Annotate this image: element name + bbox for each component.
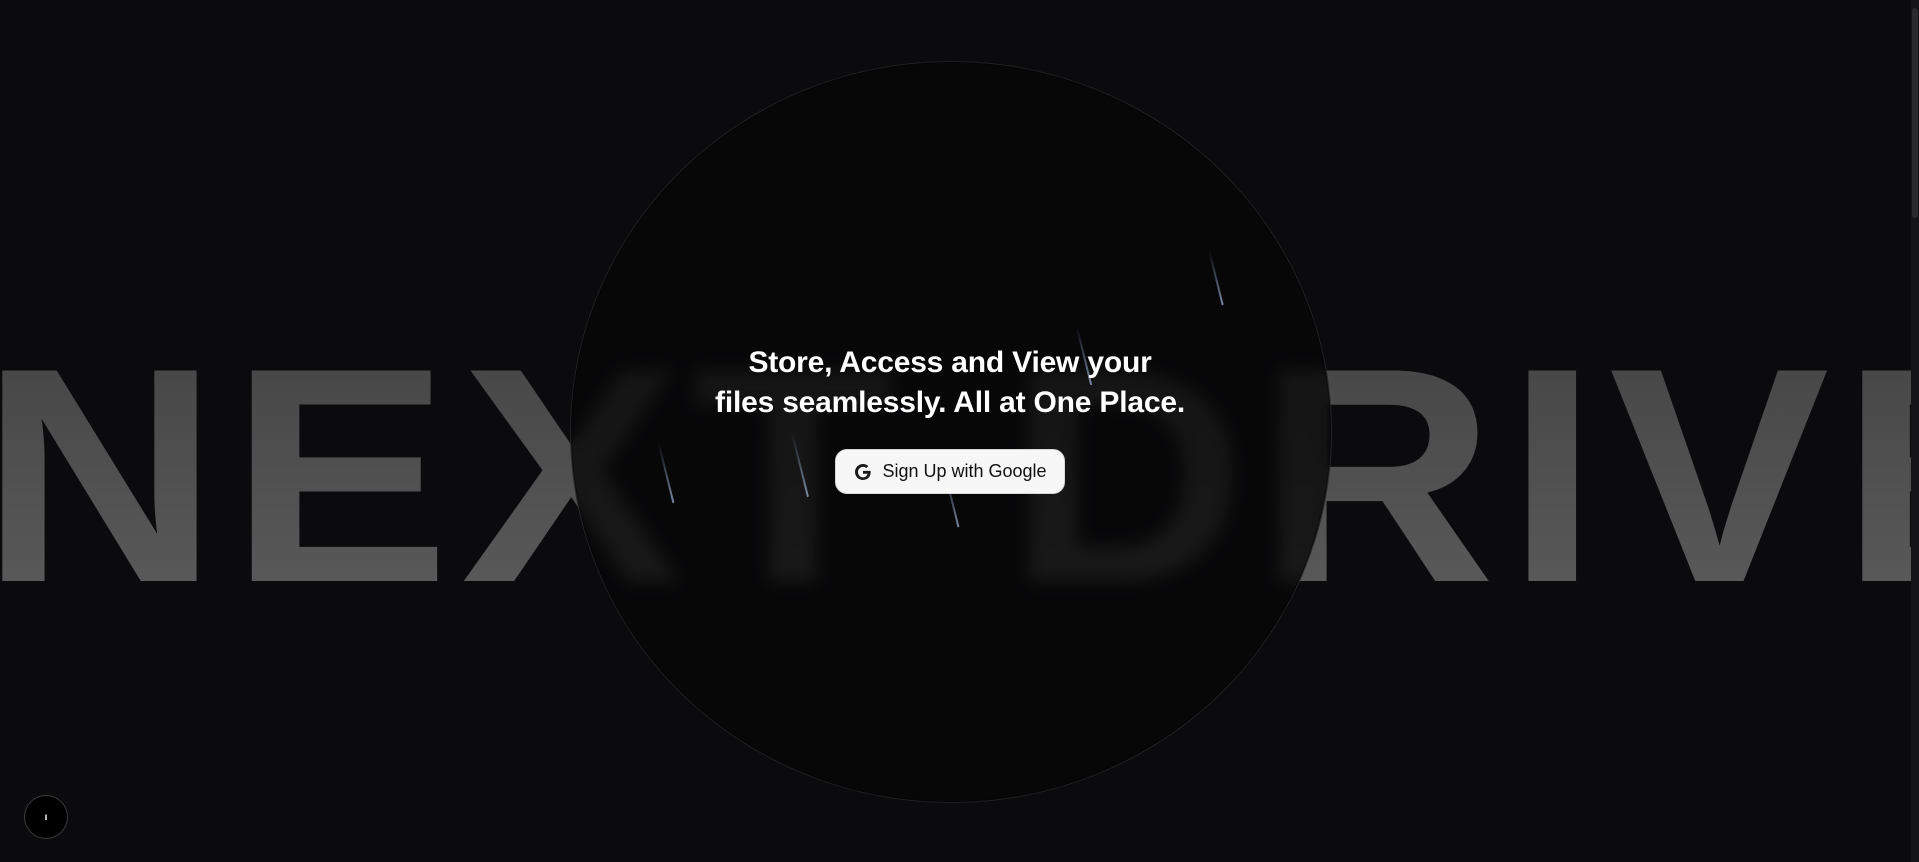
google-signup-button[interactable]: Sign Up with Google (835, 449, 1065, 494)
hero-headline-line-1: Store, Access and View your (748, 346, 1152, 379)
landing-page: NEXT DRIVE Store, Access and View your f… (0, 0, 1919, 862)
page-scrollbar[interactable] (1911, 0, 1919, 862)
google-g-icon (853, 462, 873, 482)
hero-headline-line-2: files seamlessly. All at One Place. (715, 386, 1185, 419)
scrollbar-thumb[interactable] (1912, 8, 1918, 218)
corner-badge-text: ı (44, 811, 48, 823)
spotlight-circle (570, 61, 1332, 803)
meteor-streak (657, 442, 675, 504)
hero-headline: Store, Access and View your files seamle… (650, 343, 1250, 423)
corner-badge[interactable]: ı (24, 795, 68, 839)
meteor-streak (1208, 250, 1224, 306)
google-signup-label: Sign Up with Google (882, 461, 1047, 481)
meteor-streak (791, 432, 809, 498)
